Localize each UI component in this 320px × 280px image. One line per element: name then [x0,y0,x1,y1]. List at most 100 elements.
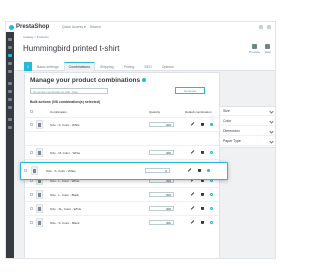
filter-dimension[interactable]: Dimension [220,127,275,136]
delete-icon[interactable] [201,193,204,196]
edit-icon[interactable] [187,168,192,172]
catalog-icon[interactable] [8,54,12,57]
customers-icon[interactable] [8,62,12,65]
row-checkbox[interactable] [30,151,33,154]
quick-access-label: Quick Access ▾ [62,24,86,29]
app-window: PrestaShop Quick Access ▾ Search Catalog… [6,22,275,258]
combination-name: Size - S, Color - Black [50,221,80,225]
row-checkbox[interactable] [30,123,33,126]
delete-icon[interactable] [198,169,201,172]
row-checkbox[interactable] [30,193,33,196]
dashboard-icon[interactable] [8,38,12,41]
row-checkbox[interactable] [24,169,27,172]
shipping-icon[interactable] [8,98,12,101]
eye-icon [251,44,257,49]
tab-basic-settings[interactable]: Basic settings [32,62,64,71]
edit-icon[interactable] [190,220,195,224]
stats-icon[interactable] [8,70,12,73]
tab-combinations[interactable]: Combinations [63,62,95,71]
filter-paper-type[interactable]: Paper Type [220,137,275,146]
table-row[interactable]: Size - M, Color - White 300 [25,145,219,160]
tab-step-number[interactable]: 1 [24,62,32,71]
combination-name: Size - L, Color - Black [50,193,80,197]
tab-shipping[interactable]: Shipping [95,62,119,71]
row-checkbox[interactable] [30,221,33,224]
table-row[interactable]: Size - S, Color - White 300 [25,117,219,132]
combination-thumbnail [36,190,43,199]
default-radio-icon[interactable] [210,207,213,210]
breadcrumb[interactable]: Catalog > Products [23,35,49,39]
tab-seo[interactable]: SEO [139,62,156,71]
default-radio-icon[interactable] [210,151,213,154]
header-actions: Preview Help [249,44,271,54]
info-icon[interactable] [142,78,147,83]
filter-size[interactable]: Size [220,107,275,116]
highlighted-combination-row[interactable]: Size - S, Color - White 0 [20,162,228,180]
table-header: Combination Quantity Default combination [25,109,219,115]
quick-access[interactable]: Quick Access ▾ Search [62,25,101,29]
prestashop-logo-icon [9,24,14,30]
prestashop-logo[interactable]: PrestaShop [9,24,49,30]
modules-icon[interactable] [8,82,12,85]
quantity-input[interactable]: 300 [149,220,174,225]
logo-text: PrestaShop [16,24,50,30]
edit-icon[interactable] [190,192,195,196]
col-quantity: Quantity [149,110,161,114]
top-search-label[interactable]: Search [90,25,101,29]
default-radio-icon[interactable] [210,193,213,196]
delete-icon[interactable] [201,151,204,154]
product-tabs: 1 Basic settings Combinations Shipping P… [24,62,179,71]
preview-button[interactable]: Preview [249,44,260,54]
combination-thumbnail [36,148,43,157]
payment-icon[interactable] [8,106,12,109]
tab-pricing[interactable]: Pricing [119,62,140,71]
row-checkbox[interactable] [30,207,33,210]
table-row[interactable]: Size - L, Color - Black 300 [25,187,219,202]
edit-icon[interactable] [190,122,195,126]
delete-icon[interactable] [201,221,204,224]
combination-thumbnail [36,218,43,227]
generate-button[interactable]: Generate [175,87,205,94]
quantity-input[interactable]: 0 [145,168,170,173]
default-radio-icon[interactable] [210,221,213,224]
settings-icon[interactable] [8,118,12,121]
combination-name: Size - S, Color - White [50,123,80,127]
sidebar [6,32,14,258]
table-row[interactable] [25,131,219,146]
quantity-input[interactable]: 300 [149,206,174,211]
delete-icon[interactable] [201,207,204,210]
page-title: Hummingbird printed t-shirt [23,44,120,53]
user-avatar-icon[interactable] [267,24,271,29]
help-button[interactable]: Help [265,44,271,54]
combination-thumbnail [31,166,38,175]
quantity-input[interactable]: 300 [149,192,174,197]
edit-icon[interactable] [190,150,195,154]
card-title: Manage your product combinations [30,77,147,84]
tab-options[interactable]: Options [157,62,179,71]
orders-icon[interactable] [8,46,12,49]
table-row[interactable]: Size - XL, Color - White 300 [25,201,219,216]
default-radio-icon[interactable] [210,123,213,126]
quantity-input[interactable]: 300 [149,122,174,127]
top-right-icons [259,24,271,29]
design-icon[interactable] [8,90,12,93]
select-all-checkbox[interactable] [30,110,33,113]
table-row[interactable]: Size - S, Color - Black 300 [25,215,219,230]
advanced-icon[interactable] [8,126,12,129]
page-header: Catalog > Products Hummingbird printed t… [14,32,275,71]
col-combination: Combination [50,110,67,114]
delete-icon[interactable] [201,123,204,126]
default-radio-icon[interactable] [207,169,210,172]
quantity-input[interactable]: 300 [149,150,174,155]
col-default: Default combination [185,110,212,114]
bulk-actions[interactable]: Bulk actions (0/8 combination(s) selecte… [30,100,100,104]
combination-name: Size - M, Color - White [50,151,81,155]
table-row[interactable]: Size - S, Color - White 0 [17,164,223,178]
combination-search-input[interactable]: Generate combinations with: Size [30,88,108,94]
preview-label: Preview [249,50,260,54]
edit-icon[interactable] [190,206,195,210]
attribute-filters: Size Color Dimension Paper Type [219,106,275,148]
notifications-icon[interactable] [259,24,263,29]
filter-color[interactable]: Color [220,117,275,126]
combination-name: Size - XL, Color - White [50,207,82,211]
